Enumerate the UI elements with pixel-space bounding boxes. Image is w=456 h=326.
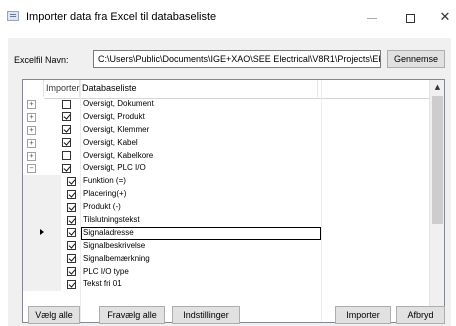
database-list-name: Oversigt, Kabel bbox=[83, 137, 138, 147]
import-checkbox[interactable] bbox=[67, 254, 76, 264]
database-list-name: Oversigt, Kabelkore bbox=[83, 150, 154, 160]
import-column-header[interactable]: Importer bbox=[44, 80, 80, 97]
import-checkbox[interactable] bbox=[67, 228, 76, 238]
expand-icon[interactable]: + bbox=[27, 125, 36, 135]
dialog-body: Excelfil Navn: C:\Users\Public\Documents… bbox=[8, 38, 451, 326]
database-list-name: Funktion (=) bbox=[83, 176, 126, 186]
collapse-icon[interactable]: − bbox=[27, 164, 36, 174]
indent-cell bbox=[44, 201, 61, 215]
import-checkbox[interactable] bbox=[62, 112, 71, 122]
table-row[interactable]: + Oversigt, Kabel bbox=[23, 136, 429, 150]
import-checkbox[interactable] bbox=[62, 138, 71, 148]
row-header-cell bbox=[23, 188, 44, 202]
import-checkbox[interactable] bbox=[62, 99, 71, 109]
maximize-button[interactable] bbox=[390, 6, 430, 30]
table-row[interactable]: PLC I/O type bbox=[23, 265, 429, 279]
row-header-cell bbox=[23, 175, 44, 189]
table-row[interactable]: + Oversigt, Kabelkore bbox=[23, 149, 429, 163]
indent-cell bbox=[44, 226, 61, 240]
row-header-cell bbox=[23, 214, 44, 227]
import-button[interactable]: Importer bbox=[335, 306, 391, 324]
import-checkbox[interactable] bbox=[67, 215, 76, 225]
database-list-name: Oversigt, Dokument bbox=[83, 99, 154, 108]
row-header-cell bbox=[23, 239, 44, 253]
browse-button[interactable]: Gennemse bbox=[387, 50, 445, 68]
excel-file-label: Excelfil Navn: bbox=[14, 55, 69, 65]
row-header-cell bbox=[23, 278, 44, 292]
table-row[interactable]: Funktion (=) bbox=[23, 175, 429, 189]
database-column-header[interactable]: Databaseliste bbox=[80, 80, 318, 97]
database-list-name: Oversigt, Produkt bbox=[83, 111, 145, 121]
import-checkbox[interactable] bbox=[67, 241, 76, 251]
row-header-cell bbox=[23, 265, 44, 279]
indent-cell bbox=[44, 175, 61, 189]
minimize-button[interactable] bbox=[352, 6, 392, 30]
maximize-icon bbox=[405, 14, 415, 24]
database-list-name: Oversigt, Klemmer bbox=[83, 124, 150, 134]
indent-cell bbox=[44, 188, 61, 202]
database-list-name: Oversigt, PLC I/O bbox=[83, 163, 146, 173]
indent-cell bbox=[44, 278, 61, 292]
import-checkbox[interactable] bbox=[67, 267, 76, 277]
row-header-cell bbox=[23, 201, 44, 215]
expand-icon[interactable]: + bbox=[27, 100, 36, 109]
import-checkbox[interactable] bbox=[62, 163, 71, 173]
table-row[interactable]: Signaladresse bbox=[23, 226, 429, 240]
database-list-name: Signalbemærkning bbox=[83, 253, 150, 263]
import-checkbox[interactable] bbox=[62, 151, 71, 161]
cancel-button[interactable]: Afbryd bbox=[396, 306, 445, 324]
app-icon bbox=[7, 11, 19, 21]
grid-header: Importer Databaseliste bbox=[23, 80, 429, 99]
indent-cell bbox=[44, 239, 61, 253]
minimize-icon bbox=[367, 18, 377, 20]
excel-file-path-input[interactable]: C:\Users\Public\Documents\IGE+XAO\SEE El… bbox=[93, 50, 381, 68]
deselect-all-button[interactable]: Fravælg alle bbox=[99, 306, 165, 324]
database-list-name: Tilslutningstekst bbox=[83, 215, 140, 225]
import-checkbox[interactable] bbox=[67, 202, 76, 212]
row-header-cell bbox=[23, 252, 44, 266]
table-row[interactable]: + Oversigt, Produkt bbox=[23, 110, 429, 124]
grid-rows: + Oversigt, Dokument + Oversigt, Produkt + Ov… bbox=[23, 98, 429, 292]
table-row[interactable]: − Oversigt, PLC I/O bbox=[23, 162, 429, 176]
indent-cell bbox=[44, 265, 61, 279]
close-icon: ✕ bbox=[439, 10, 451, 25]
database-list-name: PLC I/O type bbox=[83, 266, 129, 276]
expand-icon[interactable]: + bbox=[27, 151, 36, 161]
table-row[interactable]: Produkt (-) bbox=[23, 201, 429, 215]
table-row[interactable]: + Oversigt, Klemmer bbox=[23, 123, 429, 137]
scroll-up-icon[interactable]: ▲ bbox=[430, 80, 444, 95]
import-checkbox[interactable] bbox=[67, 279, 76, 289]
indent-cell bbox=[44, 214, 61, 227]
table-row[interactable]: + Oversigt, Dokument bbox=[23, 98, 429, 111]
expand-icon[interactable]: + bbox=[27, 138, 36, 148]
window-title: Importer data fra Excel til databaselist… bbox=[26, 11, 217, 23]
database-list-name: Signalbeskrivelse bbox=[83, 240, 146, 250]
import-checkbox[interactable] bbox=[67, 176, 76, 186]
database-list-name: Produkt (-) bbox=[83, 202, 121, 212]
import-checkbox[interactable] bbox=[67, 189, 76, 199]
import-checkbox[interactable] bbox=[62, 125, 71, 135]
expand-icon[interactable]: + bbox=[27, 112, 36, 122]
settings-button[interactable]: Indstillinger bbox=[172, 306, 240, 324]
close-button[interactable]: ✕ bbox=[425, 6, 456, 30]
table-row[interactable]: Signalbeskrivelse bbox=[23, 239, 429, 253]
database-list-name: Tekst fri 01 bbox=[83, 279, 122, 289]
expand-column-header bbox=[23, 80, 44, 97]
vertical-scrollbar[interactable]: ▲ ▼ bbox=[429, 80, 444, 322]
database-list-grid: Importer Databaseliste + Oversigt, Dokume… bbox=[22, 79, 445, 323]
database-list-name: Placering(+) bbox=[83, 189, 127, 199]
database-list-name: Signaladresse bbox=[83, 227, 134, 237]
table-row[interactable]: Tilslutningstekst bbox=[23, 214, 429, 227]
title-bar: Importer data fra Excel til databaselist… bbox=[0, 0, 456, 36]
table-row[interactable]: Placering(+) bbox=[23, 188, 429, 202]
scroll-thumb[interactable] bbox=[432, 96, 443, 224]
current-row-icon bbox=[40, 228, 44, 235]
table-row[interactable]: Signalbemærkning bbox=[23, 252, 429, 266]
table-row[interactable]: Tekst fri 01 bbox=[23, 278, 429, 292]
select-all-button[interactable]: Vælg alle bbox=[28, 306, 80, 324]
indent-cell bbox=[44, 252, 61, 266]
